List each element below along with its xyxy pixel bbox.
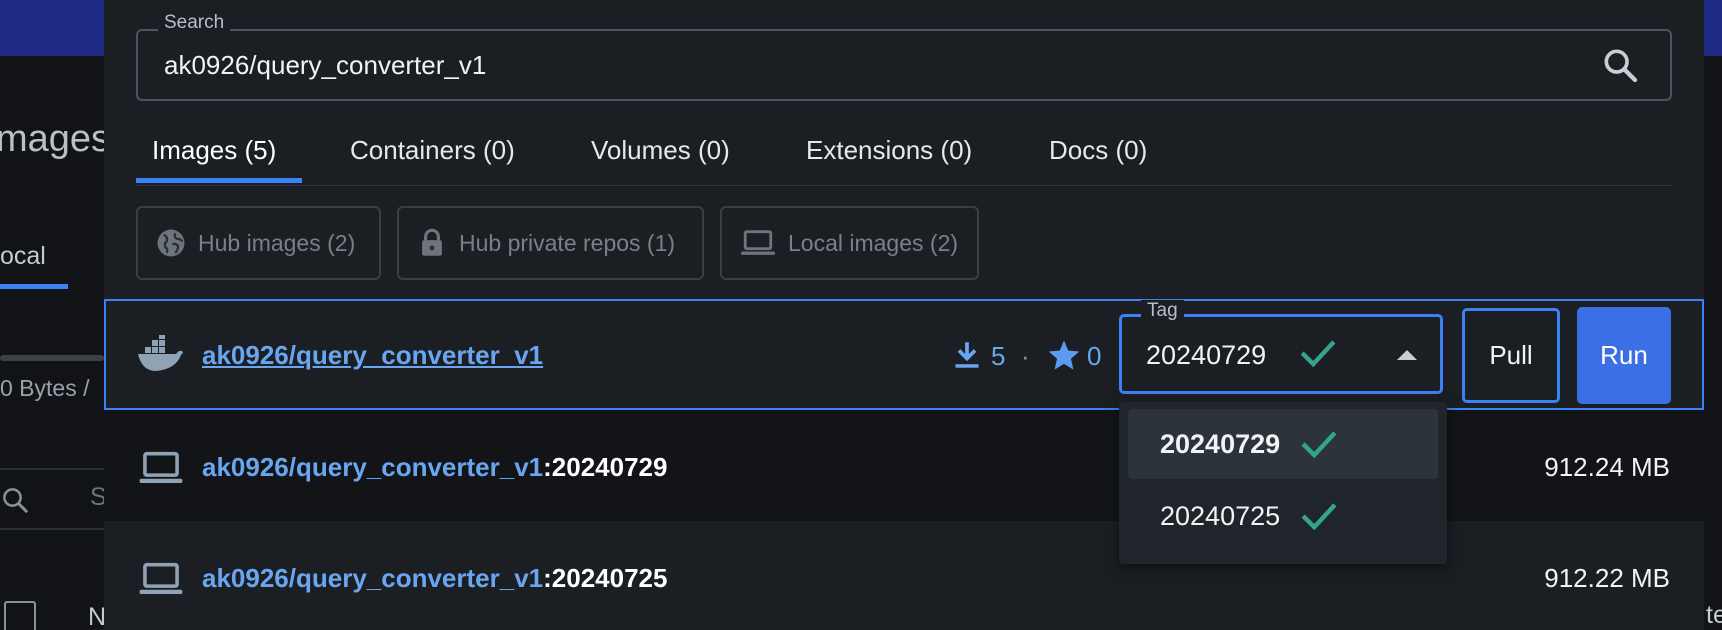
active-tab-indicator: [136, 178, 302, 183]
background-storage-text: 0 Bytes /: [0, 375, 90, 401]
background-storage-bar: [0, 355, 104, 361]
docker-whale-icon: [138, 335, 183, 371]
background-right-text: te: [1706, 601, 1722, 629]
hub-image-name-link[interactable]: ak0926/query_converter_v1: [202, 340, 543, 371]
download-count: 5: [991, 341, 1006, 371]
star-count: 0: [1087, 341, 1102, 371]
stats-separator: ·: [1021, 341, 1030, 371]
local-image-name[interactable]: ak0926/query_converter_v1:20240729: [202, 452, 667, 483]
caret-up-icon[interactable]: [1395, 348, 1419, 362]
tab-volumes[interactable]: Volumes (0): [591, 135, 730, 166]
tab-containers[interactable]: Containers (0): [350, 135, 515, 166]
star-icon: [1048, 340, 1080, 370]
check-icon: [1301, 431, 1337, 459]
filter-hub-private-repos[interactable]: Hub private repos (1): [397, 206, 704, 280]
tag-select-value[interactable]: 20240729: [1146, 340, 1266, 371]
local-image-tag: :20240729: [543, 452, 668, 482]
run-button[interactable]: Run: [1577, 307, 1671, 404]
tag-option-20240725[interactable]: 20240725: [1128, 481, 1438, 551]
background-tab-underline: [0, 284, 68, 289]
search-label: Search: [158, 12, 231, 34]
search-icon: [3, 488, 28, 513]
filter-local-images-label: Local images (2): [788, 229, 959, 256]
laptop-icon: [139, 451, 183, 483]
background-page-title: mages: [0, 118, 111, 160]
laptop-icon: [741, 230, 775, 255]
laptop-icon: [139, 562, 183, 594]
tag-option-label: 20240725: [1160, 500, 1281, 531]
tag-option-label: 20240729: [1160, 428, 1281, 459]
tab-docs[interactable]: Docs (0): [1049, 135, 1147, 166]
tag-option-20240729[interactable]: 20240729: [1128, 409, 1438, 479]
pull-button[interactable]: Pull: [1462, 308, 1560, 403]
background-tab-local: ocal: [0, 242, 46, 270]
filter-hub-images-label: Hub images (2): [198, 229, 356, 256]
tab-images[interactable]: Images (5): [152, 135, 276, 166]
local-image-tag: :20240725: [543, 563, 668, 593]
lock-icon: [422, 228, 442, 256]
search-input-value[interactable]: ak0926/query_converter_v1: [164, 50, 486, 81]
filter-hub-images[interactable]: Hub images (2): [136, 206, 381, 280]
filter-local-images[interactable]: Local images (2): [720, 206, 979, 280]
background-right-edge: [1704, 56, 1722, 630]
background-checkbox: [4, 601, 36, 630]
tab-extensions[interactable]: Extensions (0): [806, 135, 972, 166]
local-image-size: 912.22 MB: [1544, 563, 1670, 593]
search-icon[interactable]: [1600, 45, 1640, 85]
local-image-size: 912.24 MB: [1544, 452, 1670, 482]
local-image-repo: ak0926/query_converter_v1: [202, 563, 544, 593]
check-icon: [1301, 503, 1337, 531]
download-icon: [955, 342, 979, 368]
tag-label: Tag: [1141, 300, 1184, 322]
filter-hub-private-repos-label: Hub private repos (1): [459, 229, 676, 256]
globe-icon: [157, 229, 185, 257]
local-image-name[interactable]: ak0926/query_converter_v1:20240725: [202, 563, 667, 594]
local-image-repo: ak0926/query_converter_v1: [202, 452, 544, 482]
tabs-divider: [136, 185, 1672, 186]
check-icon: [1300, 340, 1336, 368]
